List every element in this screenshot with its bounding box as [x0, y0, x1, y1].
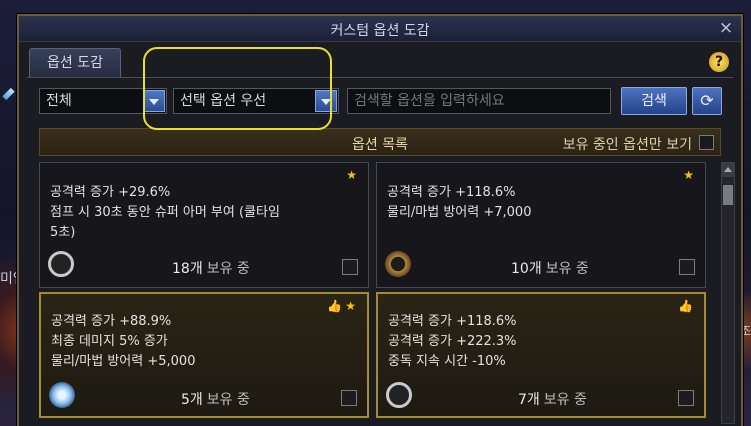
option-line: 최종 데미지 5% 증가 — [51, 334, 168, 349]
band-icon — [385, 251, 411, 277]
owned-only-label: 보유 중인 옵션만 보기 — [562, 137, 692, 153]
owned-count: 18개 보유 중 — [172, 258, 250, 278]
list-scrollbar[interactable] — [721, 162, 735, 424]
ring-icon — [48, 251, 74, 277]
owned-count-value: 7개 — [518, 392, 540, 408]
option-line: 공격력 증가 +88.9% — [51, 314, 172, 329]
owned-count-value: 5개 — [181, 392, 203, 408]
title-bar[interactable]: 커스텀 옵션 도감 × — [19, 16, 741, 42]
close-button[interactable]: × — [717, 18, 735, 38]
window-title: 커스텀 옵션 도감 — [330, 23, 430, 39]
option-card-recommended[interactable]: 👍★ 공격력 증가 +88.9% 최종 데미지 5% 증가 물리/마법 방어력 … — [39, 292, 369, 418]
thumbs-up-icon[interactable]: 👍 — [678, 299, 696, 313]
owned-count-label: 보유 중 — [206, 392, 250, 408]
option-line: 공격력 증가 +222.3% — [388, 334, 517, 349]
owned-count-label: 보유 중 — [543, 392, 587, 408]
card-checkbox[interactable] — [341, 390, 357, 406]
chevron-down-icon[interactable] — [143, 90, 165, 112]
category-select[interactable]: 전체 — [39, 88, 167, 114]
option-line: 공격력 증가 +118.6% — [387, 185, 516, 200]
option-line: 물리/마법 방어력 +5,000 — [51, 354, 196, 369]
favorite-star-icon[interactable]: ★ — [346, 168, 360, 182]
category-select-value: 전체 — [46, 93, 72, 109]
sort-order-value: 선택 옵션 우선 — [180, 93, 267, 109]
custom-option-window: 커스텀 옵션 도감 × 옵션 도감 ? 전체 선택 옵션 우선 검색할 옵션을 … — [17, 14, 743, 426]
refresh-icon[interactable]: ⟳ — [692, 87, 722, 115]
owned-count: 7개 보유 중 — [518, 389, 587, 409]
chevron-down-icon[interactable] — [315, 90, 337, 112]
option-card-recommended[interactable]: 👍 공격력 증가 +118.6% 공격력 증가 +222.3% 중독 지속 시간… — [376, 292, 706, 418]
favorite-star-icon[interactable]: ★ — [683, 168, 697, 182]
option-line: 물리/마법 방어력 +7,000 — [387, 205, 532, 220]
search-input[interactable]: 검색할 옵션을 입력하세요 — [347, 88, 611, 114]
option-line: 공격력 증가 +29.6% — [50, 185, 171, 200]
card-checkbox[interactable] — [679, 259, 695, 275]
option-card[interactable]: ★ 공격력 증가 +29.6% 점프 시 30초 동안 슈퍼 아머 부여 (쿨타… — [39, 162, 369, 288]
owned-count: 10개 보유 중 — [511, 258, 589, 278]
sort-order-select[interactable]: 선택 옵션 우선 — [173, 88, 339, 114]
option-line: 중독 지속 시간 -10% — [388, 354, 506, 369]
search-button[interactable]: 검색 — [621, 87, 687, 115]
tab-divider — [27, 77, 733, 78]
option-line: 공격력 증가 +118.6% — [388, 314, 517, 329]
card-checkbox[interactable] — [342, 259, 358, 275]
scroll-thumb[interactable] — [723, 185, 733, 205]
owned-only-checkbox[interactable] — [699, 135, 714, 150]
help-icon[interactable]: ? — [709, 52, 729, 72]
owned-count-label: 보유 중 — [206, 261, 250, 277]
card-checkbox[interactable] — [678, 390, 694, 406]
scroll-up-icon[interactable] — [722, 163, 734, 177]
option-list-header: 옵션 목록 보유 중인 옵션만 보기 — [39, 128, 721, 156]
option-card[interactable]: ★ 공격력 증가 +118.6% 물리/마법 방어력 +7,000 10개 보유 … — [376, 162, 706, 288]
thumbs-up-star-icon[interactable]: 👍★ — [327, 299, 359, 313]
owned-count-value: 18개 — [172, 261, 203, 277]
owned-count-value: 10개 — [511, 261, 542, 277]
option-line: 점프 시 30초 동안 슈퍼 아머 부여 (쿨타임 — [50, 205, 280, 220]
option-line: 5초) — [50, 225, 76, 240]
gem-icon — [49, 382, 75, 408]
owned-count-label: 보유 중 — [545, 261, 589, 277]
tab-option-collection[interactable]: 옵션 도감 — [29, 48, 121, 78]
ring-icon — [386, 382, 412, 408]
owned-count: 5개 보유 중 — [181, 389, 250, 409]
